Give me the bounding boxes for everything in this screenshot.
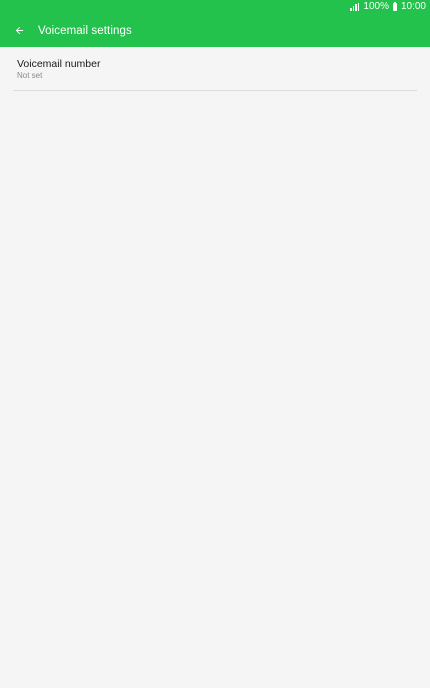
voicemail-number-value: Not set	[17, 71, 43, 80]
voicemail-number-title: Voicemail number	[17, 58, 101, 70]
clock: 10:00	[400, 1, 426, 12]
app-bar: Voicemail settings	[0, 14, 430, 47]
back-button[interactable]	[0, 14, 38, 47]
page-title: Voicemail settings	[38, 24, 132, 37]
arrow-back-icon	[15, 26, 23, 35]
battery-percent: 100%	[363, 1, 389, 12]
status-bar: 100% 10:00	[0, 0, 430, 14]
voicemail-number-item[interactable]: Voicemail number Not set	[13, 47, 417, 91]
battery-icon	[392, 2, 397, 11]
screen: 100% 10:00 Voicemail settings Voicemail …	[0, 0, 430, 688]
signal-icon	[350, 3, 360, 11]
